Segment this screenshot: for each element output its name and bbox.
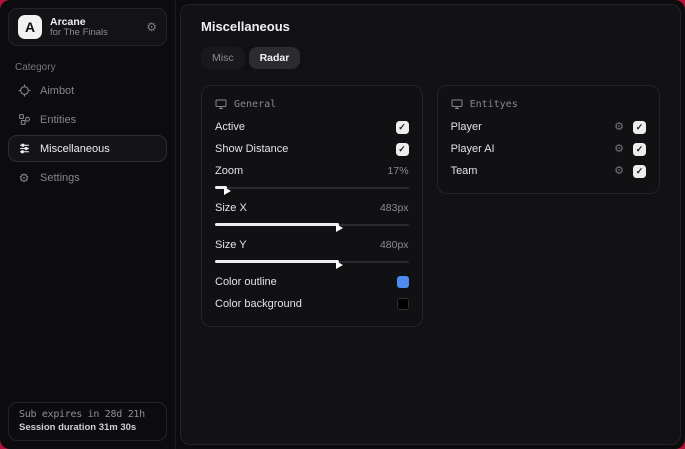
slider-thumb[interactable]	[335, 260, 343, 269]
sidebar-item-miscellaneous[interactable]: Miscellaneous	[8, 135, 167, 162]
main-content: Miscellaneous Misc Radar General Active	[180, 4, 681, 445]
slider-row-zoom: Zoom 17%	[215, 165, 409, 177]
show-distance-checkbox[interactable]	[395, 142, 409, 156]
entities-panel: Entityes Player ⚙ Player AI ⚙	[436, 85, 660, 194]
panel-title: General	[234, 98, 277, 110]
tab-bar: Misc Radar	[201, 47, 305, 69]
crosshair-icon	[17, 84, 31, 97]
entity-row-player: Player ⚙	[451, 116, 646, 138]
color-outline-swatch[interactable]	[396, 276, 409, 288]
slider-thumb[interactable]	[335, 223, 343, 232]
sliders-icon	[17, 142, 31, 155]
page-title: Miscellaneous	[201, 19, 290, 34]
gear-icon[interactable]: ⚙	[614, 143, 624, 155]
sidebar-item-label: Settings	[40, 171, 80, 184]
entity-row-team: Team ⚙	[451, 160, 646, 182]
slider-row-size-y: Size Y 480px	[215, 239, 409, 251]
sidebar-nav: Aimbot Entities Miscellaneous ⚙ Settings	[8, 77, 167, 191]
size-x-slider[interactable]	[215, 220, 409, 232]
toggle-row-active: Active	[215, 116, 409, 138]
size-x-value: 483px	[379, 202, 409, 214]
zoom-slider[interactable]	[215, 183, 409, 195]
subscription-info-card: Sub expires in 28d 21h Session duration …	[8, 402, 167, 441]
sidebar-item-label: Miscellaneous	[40, 142, 110, 155]
sidebar-item-settings[interactable]: ⚙ Settings	[8, 164, 167, 191]
general-panel: General Active Show Distance Zoom 17%	[201, 85, 423, 327]
toggle-row-show-distance: Show Distance	[215, 138, 409, 160]
sidebar-item-aimbot[interactable]: Aimbot	[8, 77, 167, 104]
tab-misc[interactable]: Misc	[201, 47, 245, 69]
gear-icon[interactable]: ⚙	[146, 20, 157, 34]
panel-title: Entityes	[469, 98, 518, 110]
gear-icon[interactable]: ⚙	[614, 121, 624, 133]
tab-radar[interactable]: Radar	[248, 47, 301, 69]
app-subtitle: for The Finals	[50, 26, 108, 38]
gear-icon: ⚙	[18, 170, 30, 185]
size-y-slider[interactable]	[215, 257, 409, 269]
monitor-icon	[215, 98, 227, 110]
sub-expiry-text: Sub expires in 28d 21h	[19, 409, 145, 420]
team-checkbox[interactable]	[633, 164, 646, 178]
sidebar-item-label: Entities	[40, 113, 77, 126]
entity-row-player-ai: Player AI ⚙	[451, 138, 646, 160]
slider-row-size-x: Size X 483px	[215, 202, 409, 214]
player-checkbox[interactable]	[633, 120, 646, 134]
app-logo: A	[18, 15, 42, 39]
slider-thumb[interactable]	[223, 186, 231, 195]
size-y-value: 480px	[379, 239, 409, 251]
player-ai-checkbox[interactable]	[633, 142, 646, 156]
active-checkbox[interactable]	[395, 120, 409, 134]
sidebar-item-label: Aimbot	[40, 84, 75, 97]
gear-icon[interactable]: ⚙	[614, 165, 624, 177]
app-title: Arcane	[50, 15, 86, 28]
category-label: Category	[15, 62, 56, 73]
color-row-background: Color background	[215, 293, 409, 315]
session-duration-text: Session duration 31m 30s	[19, 422, 137, 433]
color-background-swatch[interactable]	[396, 298, 409, 310]
app-window: A Arcane for The Finals ⚙ Category Aimbo…	[0, 0, 685, 449]
entities-icon	[17, 113, 31, 126]
sidebar-item-entities[interactable]: Entities	[8, 106, 167, 133]
color-row-outline: Color outline	[215, 271, 409, 293]
monitor-icon	[451, 98, 463, 110]
zoom-value: 17%	[387, 165, 409, 177]
app-card: A Arcane for The Finals ⚙	[8, 8, 167, 46]
sidebar: A Arcane for The Finals ⚙ Category Aimbo…	[0, 0, 176, 449]
